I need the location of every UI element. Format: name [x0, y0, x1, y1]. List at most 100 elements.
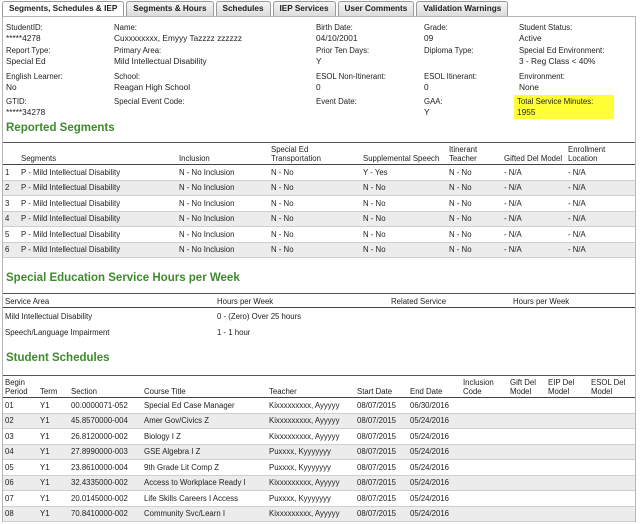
- table-cell: [508, 460, 546, 476]
- tab-validation-warnings[interactable]: Validation Warnings: [416, 1, 509, 16]
- table-row: 6 P - Mild Intellectual Disability N - N…: [3, 242, 635, 258]
- table-cell: [461, 429, 508, 445]
- table-cell: 23.8610000-004: [71, 462, 128, 472]
- table-cell: - N/A: [568, 245, 586, 255]
- table-cell: - N/A: [504, 198, 522, 208]
- table-cell: Community Svc/Learn I: [144, 509, 226, 519]
- student-schedules-table: Begin Period Term Section Course Title T…: [3, 375, 635, 522]
- table-cell: 08/07/2015: [357, 509, 397, 519]
- diploma-type-field: Diploma Type:: [424, 46, 474, 56]
- esol-non-itinerant-field: ESOL Non-Itinerant: 0: [316, 72, 386, 92]
- table-cell: N - No: [271, 214, 294, 224]
- esol-non-itinerant-value: 0: [316, 82, 321, 92]
- table-cell: 3: [5, 198, 10, 208]
- tab-user-comments[interactable]: User Comments: [337, 1, 415, 16]
- table-cell: 04: [5, 447, 14, 457]
- table-cell: 05/24/2016: [410, 478, 450, 488]
- table-row: 1 P - Mild Intellectual Disability N - N…: [3, 165, 635, 180]
- table-cell: [508, 444, 546, 460]
- table-cell: 05/24/2016: [410, 431, 450, 441]
- name-value: Cuxxxxxxxx, Emyyy Tazzzz zzzzzz: [114, 33, 243, 43]
- table-cell: 02: [5, 416, 14, 426]
- table-row: 3 P - Mild Intellectual Disability N - N…: [3, 196, 635, 211]
- table-cell: Kixxxxxxxxx, Ayyyyy: [269, 416, 340, 426]
- table-row: Speech/Language Impairment 1 - 1 hour: [3, 325, 635, 340]
- table-row: 08 Y1 70.8410000-002 Community Svc/Learn…: [3, 506, 635, 522]
- column-header: ESOL Del Model: [589, 375, 635, 398]
- table-cell: N - No: [363, 229, 386, 239]
- table-row: 01 Y1 00.0000071-052 Special Ed Case Man…: [3, 398, 635, 414]
- table-cell: 70.8410000-002: [71, 509, 128, 519]
- column-header: Itinerant Teacher: [447, 142, 502, 165]
- table-row: 4 P - Mild Intellectual Disability N - N…: [3, 211, 635, 227]
- column-header: Gifted Del Model: [502, 142, 566, 165]
- column-header: Service Area: [3, 293, 215, 308]
- table-cell: [508, 429, 546, 445]
- table-cell: [461, 491, 508, 507]
- table-cell: [589, 398, 635, 414]
- table-cell: Y1: [40, 400, 50, 410]
- table-cell: - N/A: [568, 229, 586, 239]
- table-cell: - N/A: [504, 229, 522, 239]
- column-header: Course Title: [142, 375, 267, 398]
- name-field: Name: Cuxxxxxxxx, Emyyy Tazzzz zzzzzz: [114, 23, 242, 43]
- table-cell: [461, 475, 508, 491]
- tab-iep-services[interactable]: IEP Services: [272, 1, 336, 16]
- table-cell: Y1: [40, 509, 50, 519]
- table-cell: 08/07/2015: [357, 462, 397, 472]
- table-cell: [461, 413, 508, 429]
- table-cell: N - No: [363, 198, 386, 208]
- table-row: 2 P - Mild Intellectual Disability N - N…: [3, 180, 635, 196]
- gaa-label: GAA:: [424, 97, 443, 106]
- table-cell: [546, 444, 589, 460]
- table-cell: [546, 475, 589, 491]
- table-cell: [389, 308, 511, 326]
- table-cell: N - No Inclusion: [179, 229, 235, 239]
- primary-area-value: Mild Intellectual Disability: [114, 56, 207, 66]
- table-cell: 08: [5, 509, 14, 519]
- column-header: Gift Del Model: [508, 375, 546, 398]
- tab-segments-schedules-iep[interactable]: Segments, Schedules & IEP: [2, 1, 125, 17]
- sped-environment-value: 3 - Reg Class < 40%: [519, 56, 596, 66]
- table-cell: N - No Inclusion: [179, 245, 235, 255]
- student-status-label: Student Status:: [519, 23, 573, 32]
- table-cell: [589, 491, 635, 507]
- tab-segments-hours[interactable]: Segments & Hours: [126, 1, 214, 16]
- table-cell: Speech/Language Impairment: [5, 328, 110, 337]
- table-cell: - N/A: [568, 167, 586, 177]
- table-cell: P - Mild Intellectual Disability: [21, 183, 121, 193]
- table-cell: - N/A: [568, 214, 586, 224]
- table-cell: N - No: [363, 183, 386, 193]
- table-cell: Y1: [40, 478, 50, 488]
- column-header: Teacher: [267, 375, 355, 398]
- table-cell: Kixxxxxxxxx, Ayyyyy: [269, 431, 340, 441]
- table-cell: [389, 325, 511, 340]
- column-header: EIP Del Model: [546, 375, 589, 398]
- table-cell: 08/07/2015: [357, 478, 397, 488]
- table-row: 07 Y1 20.0145000-002 Life Skills Careers…: [3, 491, 635, 507]
- table-cell: Y1: [40, 493, 50, 503]
- table-cell: N - No: [271, 167, 294, 177]
- table-row: 06 Y1 32.4335000-002 Access to Workplace…: [3, 475, 635, 491]
- table-cell: N - No: [449, 198, 472, 208]
- student-id-value: *****4278: [6, 33, 41, 43]
- table-cell: P - Mild Intellectual Disability: [21, 245, 121, 255]
- column-header: Inclusion Code: [461, 375, 508, 398]
- grade-field: Grade: 09: [424, 23, 448, 43]
- esol-itinerant-value: 0: [424, 82, 429, 92]
- table-cell: Kixxxxxxxxx, Ayyyyy: [269, 478, 340, 488]
- total-service-minutes-label: Total Service Minutes:: [517, 97, 594, 106]
- table-cell: 45.8570000-004: [71, 416, 128, 426]
- birth-date-field: Birth Date: 04/10/2001: [316, 23, 358, 43]
- table-cell: Amer Gov/Civics Z: [144, 416, 209, 426]
- special-event-code-label: Special Event Code:: [114, 97, 185, 106]
- table-cell: [589, 460, 635, 476]
- table-cell: 06/30/2016: [410, 400, 450, 410]
- table-cell: 0 - (Zero) Over 25 hours: [217, 312, 302, 321]
- column-header: Inclusion: [177, 142, 269, 165]
- environment-label: Environment:: [519, 72, 565, 81]
- table-cell: Special Ed Case Manager: [144, 400, 235, 410]
- event-date-label: Event Date:: [316, 97, 357, 106]
- table-cell: [589, 429, 635, 445]
- tab-schedules[interactable]: Schedules: [215, 1, 271, 16]
